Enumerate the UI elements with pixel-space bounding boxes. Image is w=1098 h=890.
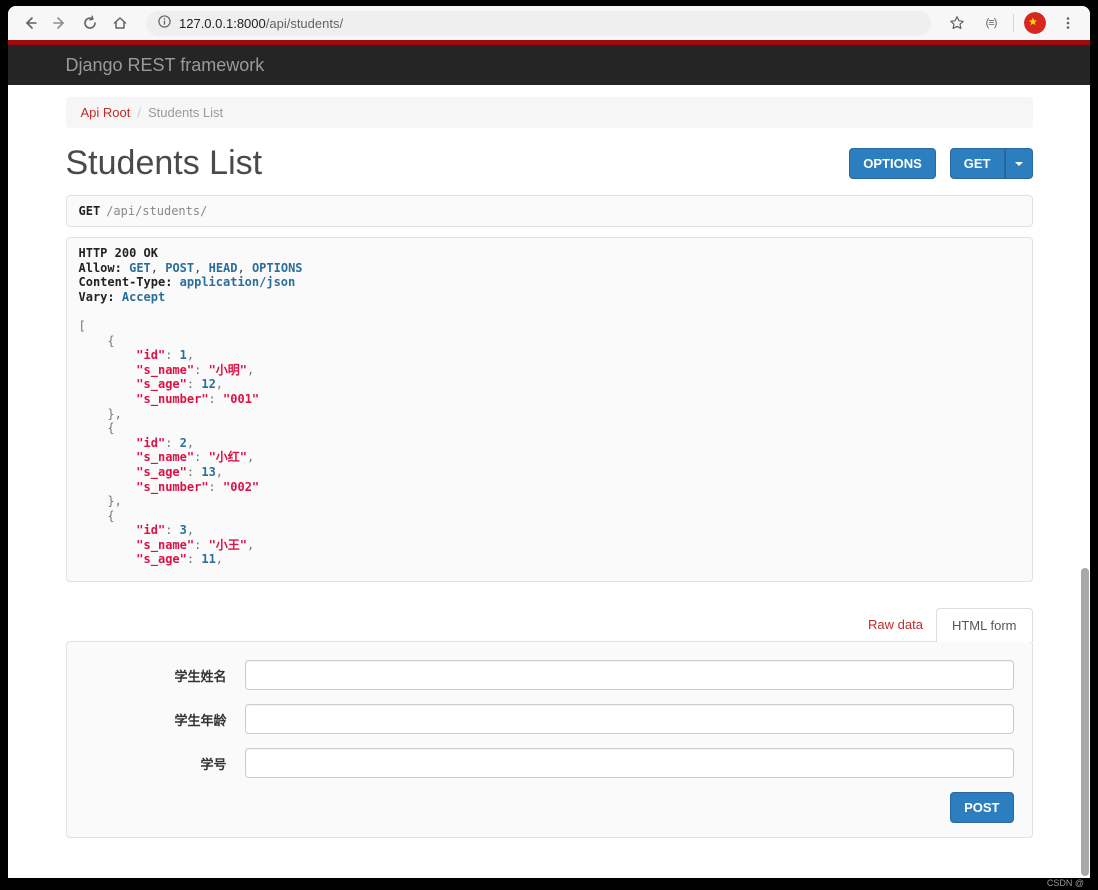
drf-brand: Django REST framework <box>65 54 265 75</box>
drf-navbar: Django REST framework <box>8 45 1090 85</box>
breadcrumb: Api Root / Students List <box>65 97 1033 128</box>
html-form-panel: 学生姓名学生年龄学号 POST <box>65 641 1033 839</box>
form-field-input[interactable] <box>244 704 1014 735</box>
back-icon[interactable] <box>18 11 42 35</box>
response-body: HTTP 200 OK Allow: GET, POST, HEAD, OPTI… <box>78 246 303 567</box>
form-field-input[interactable] <box>244 660 1014 691</box>
bookmark-star-icon[interactable] <box>945 11 969 35</box>
post-button[interactable]: POST <box>950 792 1014 824</box>
form-row: 学生姓名 <box>85 660 1014 691</box>
url-path: /api/students/ <box>265 15 344 31</box>
url-host: 127.0.0.1:8000 <box>179 15 266 31</box>
url-text: 127.0.0.1:8000/api/students/ <box>179 16 343 31</box>
request-line: GET/api/students/ <box>65 195 1033 227</box>
form-field-label: 学号 <box>200 756 227 772</box>
form-row: 学号 <box>85 748 1014 779</box>
reload-icon[interactable] <box>78 11 102 35</box>
form-row: 学生年龄 <box>85 704 1014 735</box>
response-box: HTTP 200 OK Allow: GET, POST, HEAD, OPTI… <box>65 237 1033 583</box>
options-button[interactable]: OPTIONS <box>849 148 936 179</box>
site-info-icon[interactable] <box>158 15 171 31</box>
home-icon[interactable] <box>108 11 132 35</box>
page-scrollbar-thumb[interactable] <box>1081 568 1089 876</box>
request-path: /api/students/ <box>106 204 208 218</box>
get-button[interactable]: GET <box>949 148 1005 179</box>
url-bar[interactable]: 127.0.0.1:8000/api/students/ <box>146 10 931 36</box>
profile-avatar[interactable] <box>1024 12 1046 34</box>
page-title: Students List <box>65 144 263 182</box>
tab-raw-data[interactable]: Raw data <box>855 608 936 641</box>
forward-icon[interactable] <box>48 11 72 35</box>
form-field-label: 学生年龄 <box>174 712 227 728</box>
browser-toolbar: 127.0.0.1:8000/api/students/ (≡) <box>8 6 1090 40</box>
tab-html-form[interactable]: HTML form <box>935 608 1033 643</box>
form-field-input[interactable] <box>244 748 1014 779</box>
get-button-group: GET <box>949 148 1033 179</box>
request-method: GET <box>78 204 101 218</box>
browser-window: 127.0.0.1:8000/api/students/ (≡) Django … <box>8 6 1090 878</box>
breadcrumb-current: Students List <box>148 105 224 120</box>
form-field-label: 学生姓名 <box>174 668 227 684</box>
breadcrumb-separator: / <box>137 105 141 120</box>
toolbar-divider <box>1013 14 1014 32</box>
extension-icon[interactable]: (≡) <box>979 11 1003 35</box>
browser-menu-icon[interactable] <box>1056 11 1080 35</box>
watermark: CSDN @ <box>1046 878 1084 888</box>
chevron-down-icon <box>1014 161 1023 166</box>
content-tabs: Raw data HTML form <box>66 608 1033 643</box>
breadcrumb-api-root-link[interactable]: Api Root <box>81 105 131 120</box>
get-dropdown-button[interactable] <box>1004 148 1033 179</box>
